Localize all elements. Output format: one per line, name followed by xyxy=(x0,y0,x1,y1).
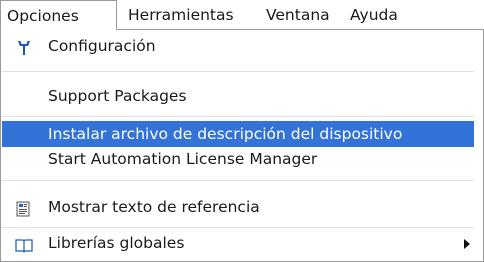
wrench-icon xyxy=(15,38,33,55)
menu-ventana-label: Ventana xyxy=(266,6,330,24)
menu-item-start-automation-license-manager[interactable]: Start Automation License Manager xyxy=(2,146,474,172)
library-book-icon xyxy=(15,235,33,253)
menu-separator xyxy=(2,180,474,181)
menu-herramientas[interactable]: Herramientas xyxy=(128,0,234,30)
menu-item-librerias-globales[interactable]: Librerías globales xyxy=(2,230,474,256)
menu-item-configuracion[interactable]: Configuración xyxy=(2,33,474,59)
menu-item-label: Configuración xyxy=(48,37,156,55)
menu-separator xyxy=(2,227,474,228)
menu-herramientas-label: Herramientas xyxy=(128,6,234,24)
menu-ayuda[interactable]: Ayuda xyxy=(350,0,398,30)
menu-item-label: Mostrar texto de referencia xyxy=(48,198,260,216)
submenu-arrow-icon xyxy=(464,239,470,249)
menu-item-label: Librerías globales xyxy=(48,234,185,252)
menu-ayuda-label: Ayuda xyxy=(350,6,398,24)
menu-item-label: Instalar archivo de descripción del disp… xyxy=(48,125,403,143)
opciones-dropdown-menu: Configuración Support Packages Instalar … xyxy=(0,29,484,262)
menu-item-label: Start Automation License Manager xyxy=(48,150,318,168)
menu-item-label: Support Packages xyxy=(48,87,187,105)
menu-opciones-label: Opciones xyxy=(7,7,79,25)
menu-item-mostrar-texto-referencia[interactable]: Mostrar texto de referencia xyxy=(2,194,474,220)
menu-opciones[interactable]: Opciones xyxy=(0,0,117,30)
menu-ventana[interactable]: Ventana xyxy=(266,0,330,30)
menu-separator xyxy=(2,71,474,72)
menu-bar: Opciones Herramientas Ventana Ayuda xyxy=(0,0,484,30)
menu-item-instalar-descripcion-dispositivo[interactable]: Instalar archivo de descripción del disp… xyxy=(2,121,474,147)
menu-item-support-packages[interactable]: Support Packages xyxy=(2,83,474,109)
menu-separator xyxy=(2,116,474,117)
reference-text-icon xyxy=(15,199,33,217)
